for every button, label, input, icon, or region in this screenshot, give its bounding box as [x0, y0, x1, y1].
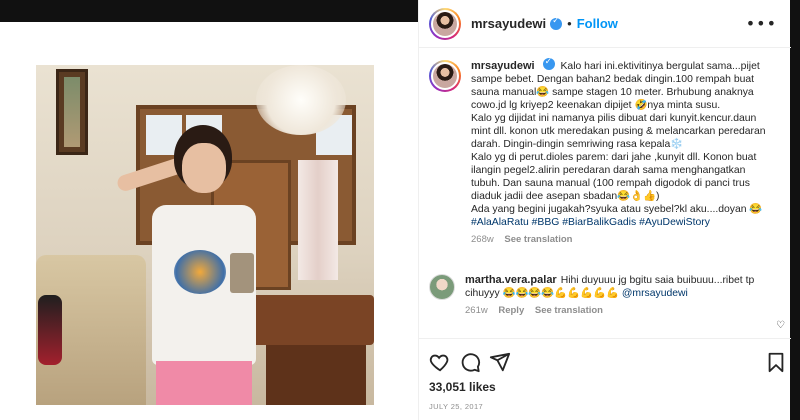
- heart-icon[interactable]: [429, 351, 451, 373]
- header-separator: •: [567, 16, 572, 31]
- photo-doll: [38, 295, 62, 365]
- caption-body: mrsayudewi Kalo hari ini.ektivitinya ber…: [471, 56, 789, 246]
- reply-username[interactable]: martha.vera.palar: [465, 274, 557, 286]
- reply-age: 261w: [465, 305, 488, 316]
- reply-see-translation[interactable]: See translation: [535, 305, 603, 316]
- caption-line: ilangin pegel2.alirin peredaran darah sa…: [471, 165, 746, 176]
- bookmark-icon[interactable]: [765, 351, 787, 373]
- photo-table-base: [266, 345, 366, 405]
- caption-line: Kalo yg di perut.dioles parem: dari jahe…: [471, 152, 757, 163]
- author-username[interactable]: mrsayudewi: [471, 16, 546, 31]
- reply-text: cihuyyy 😂😂😂😂💪💪💪💪💪: [465, 288, 622, 299]
- caption-meta: 268w See translation: [471, 233, 789, 246]
- caption-line: sauna manual😂 sampe stagen 10 meter. Brh…: [471, 87, 754, 98]
- post-date[interactable]: JULY 25, 2017: [429, 402, 483, 411]
- avatar-image: [431, 62, 459, 90]
- share-icon[interactable]: [489, 351, 511, 373]
- verified-badge-icon: [542, 56, 555, 70]
- caption-line: Ada yang begini jugakah?syuka atau syebe…: [471, 204, 763, 215]
- like-count[interactable]: 33,051 likes: [429, 380, 496, 394]
- photo-wall-painting: [56, 69, 88, 155]
- post-photo[interactable]: [36, 65, 374, 405]
- more-icon[interactable]: •••: [746, 14, 777, 33]
- reply-button[interactable]: Reply: [498, 305, 524, 316]
- photo-curtain: [298, 160, 338, 280]
- reply-comment: martha.vera.palar Hihi duyuuu jg bgitu sa…: [429, 274, 783, 317]
- caption-age: 268w: [471, 234, 494, 245]
- follow-button[interactable]: Follow: [577, 16, 618, 31]
- reply-avatar[interactable]: [429, 274, 455, 300]
- post-actions-bar: [419, 338, 791, 378]
- caption-line: Kalo hari ini.ektivitinya bergulat sama.…: [560, 61, 760, 72]
- reply-body: martha.vera.palar Hihi duyuuu jg bgitu sa…: [465, 274, 783, 317]
- comment-icon[interactable]: [459, 351, 481, 373]
- caption-line: Kalo yg dijidat ini namanya pilis dibuat…: [471, 113, 757, 124]
- photo-chandelier: [256, 65, 346, 135]
- author-avatar[interactable]: [429, 7, 461, 40]
- post-media-area: [0, 22, 418, 420]
- caption-avatar[interactable]: [429, 60, 461, 92]
- browser-top-strip: [0, 0, 418, 22]
- caption-see-translation[interactable]: See translation: [504, 234, 572, 245]
- reply-mention[interactable]: @mrsayudewi: [622, 288, 688, 299]
- photo-person: [115, 125, 266, 405]
- reply-like-heart-icon[interactable]: ♡: [776, 320, 785, 331]
- post-header: mrsayudewi • Follow •••: [419, 0, 791, 48]
- caption-hashtags[interactable]: #AlaAlaRatu #BBG #BiarBalikGadis #AyuDew…: [471, 216, 789, 229]
- caption-line: mint dll. konon utk meredakan pusing & m…: [471, 126, 766, 137]
- caption-line: tubuh. Dan sauna manual (100 rempah digo…: [471, 178, 750, 189]
- person-face: [182, 143, 226, 193]
- person-shorts: [156, 361, 252, 405]
- window-edge: [790, 0, 800, 420]
- photo-table: [251, 295, 374, 345]
- verified-badge-icon: [550, 16, 563, 30]
- avatar-image: [431, 9, 459, 38]
- shirt-print: [174, 250, 226, 294]
- caption-line: cowo.jd lg kriyep2 keenakan dipijet 🤣nya…: [471, 100, 721, 111]
- caption-line: sampe bebet. Dengan bahan2 bedak dingin.…: [471, 74, 755, 85]
- person-phone: [230, 253, 254, 293]
- caption-username[interactable]: mrsayudewi: [471, 60, 535, 72]
- comments-list[interactable]: mrsayudewi Kalo hari ini.ektivitinya ber…: [419, 48, 791, 336]
- reply-text: Hihi duyuuu jg bgitu saia buibuuu...ribe…: [560, 275, 755, 286]
- caption-comment: mrsayudewi Kalo hari ini.ektivitinya ber…: [429, 56, 789, 246]
- caption-line: darah. Dingin-dingin semriwing rasa kepa…: [471, 139, 684, 150]
- reply-meta: 261w Reply See translation: [465, 304, 783, 317]
- caption-line: diaduk jadii dee asepan sbadan😂👌👍): [471, 191, 660, 202]
- post-side-panel: mrsayudewi • Follow ••• mrsayudewi Kalo …: [418, 0, 791, 420]
